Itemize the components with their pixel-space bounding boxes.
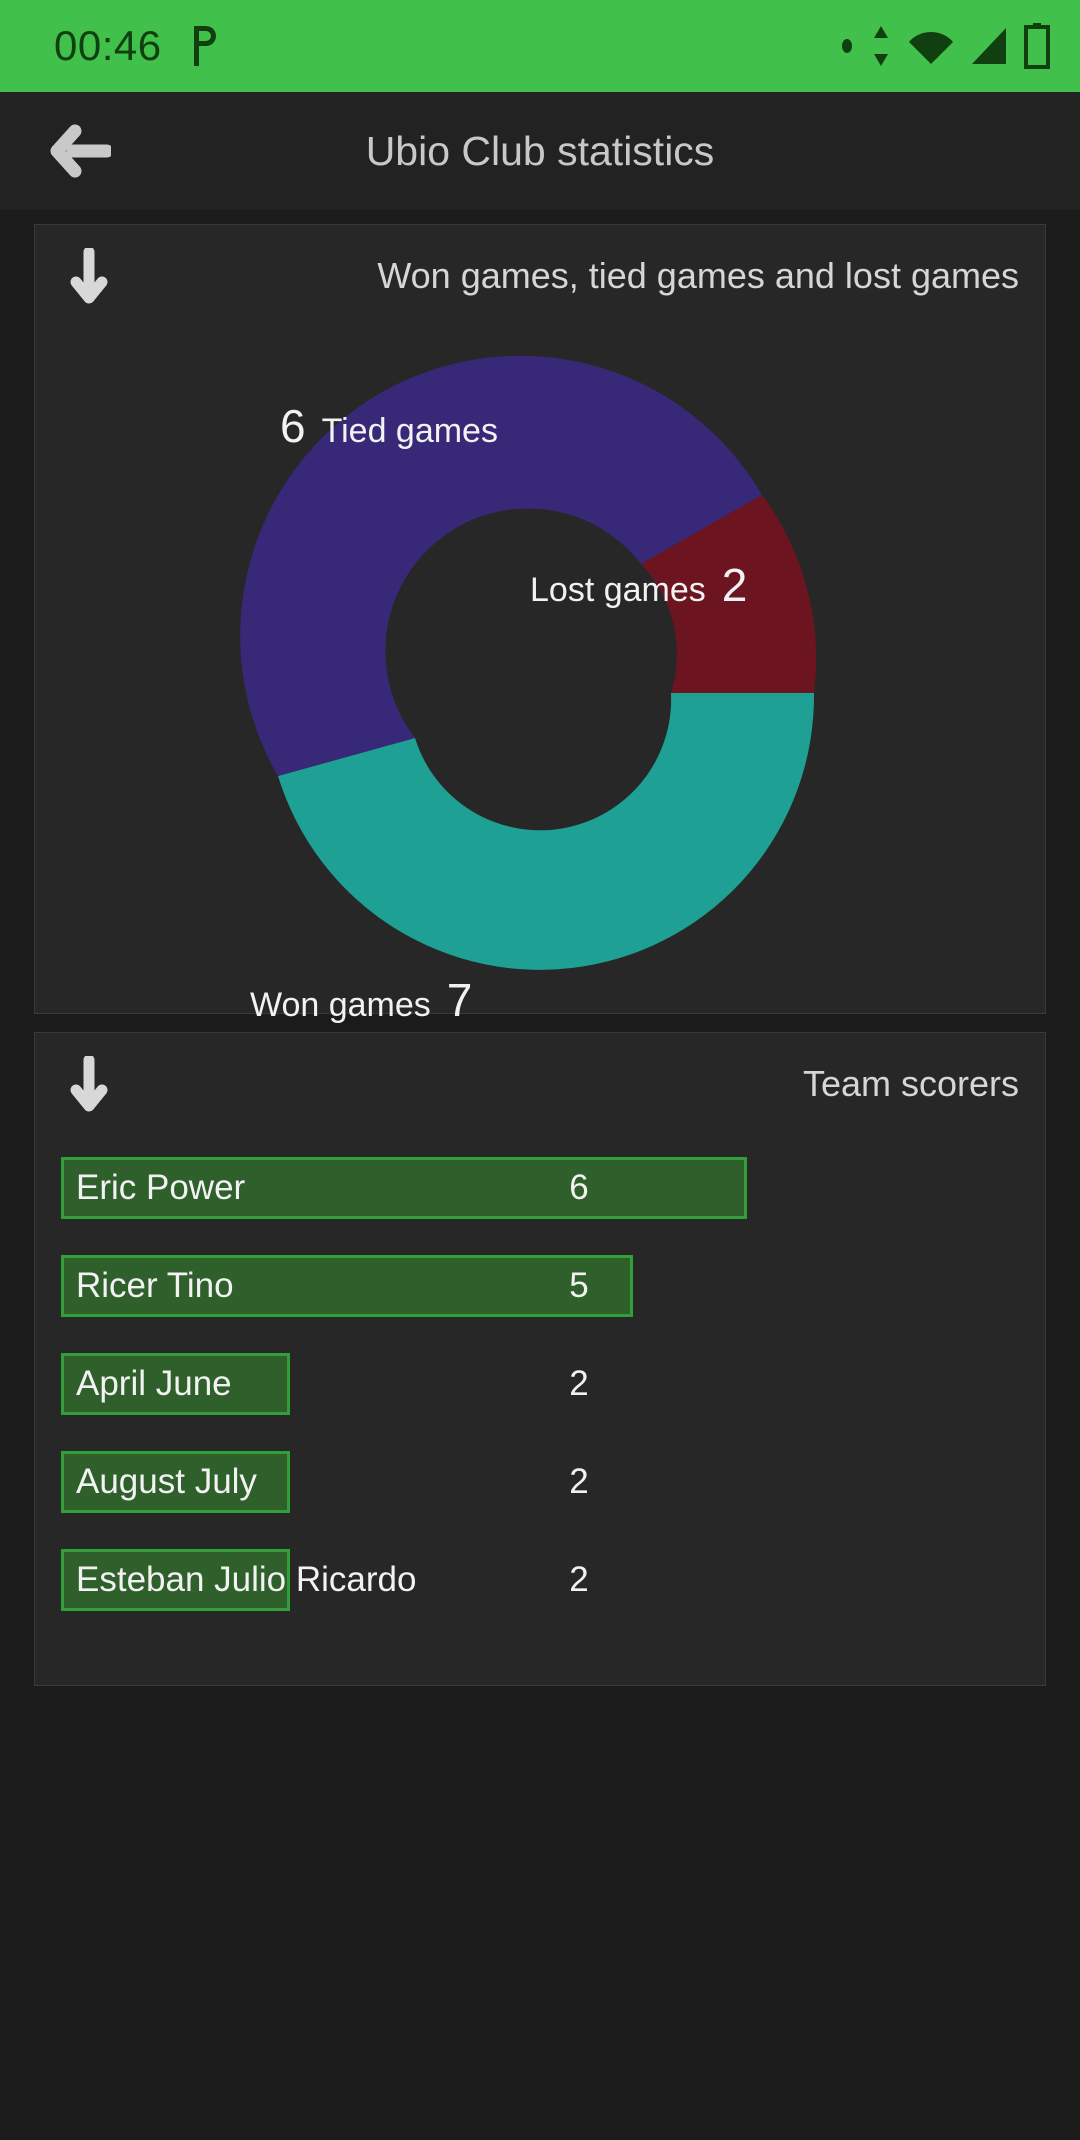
scorer-row[interactable]: Esteban Julio Ricardo 2 xyxy=(61,1531,1019,1629)
scorer-name: Esteban Julio Ricardo xyxy=(76,1560,417,1599)
arrow-left-icon xyxy=(50,124,111,178)
donut-value-won-games: 7 xyxy=(446,974,473,1026)
phone-screen: 00:46 Ubio Club statistics Won games, ti… xyxy=(0,0,1080,2140)
scorer-row[interactable]: April June 2 xyxy=(61,1335,1019,1433)
scorer-bar: April June xyxy=(61,1353,290,1415)
team-scorers-list: Eric Power 6 Ricer Tino 5 April June 2 August … xyxy=(35,1125,1045,1629)
scorer-value: 2 xyxy=(569,1560,589,1599)
status-bar: 00:46 xyxy=(0,0,1080,92)
donut-value-tied-games: 6 xyxy=(280,400,306,452)
scorer-name: April June xyxy=(76,1364,232,1403)
games-breakdown-card: Won games, tied games and lost games 6 T… xyxy=(34,224,1046,1026)
battery-charging-icon xyxy=(1024,23,1050,69)
p-app-icon xyxy=(193,26,216,66)
back-button[interactable] xyxy=(36,108,122,194)
arrow-down-icon xyxy=(70,248,108,304)
team-scorers-title: Team scorers xyxy=(802,1063,1019,1104)
scorer-name: August July xyxy=(76,1462,257,1501)
scorer-bar: August July xyxy=(61,1451,290,1513)
scorer-bar: Eric Power xyxy=(61,1157,747,1219)
scorer-value: 6 xyxy=(569,1168,589,1207)
page-title: Ubio Club statistics xyxy=(365,127,715,174)
scorer-row[interactable]: August July 2 xyxy=(61,1433,1019,1531)
donut-name-won-games: Won games xyxy=(250,986,431,1024)
scorer-row[interactable]: Eric Power 6 xyxy=(61,1139,1019,1237)
donut-chart: 6 Tied games Lost games 2 Won games 7 xyxy=(35,313,1045,1026)
donut-name-lost-games: Lost games xyxy=(530,571,706,609)
games-breakdown-card-header: Won games, tied games and lost games xyxy=(35,225,1045,317)
collapse-toggle-games[interactable] xyxy=(61,245,117,307)
dot-icon xyxy=(842,39,852,53)
team-scorers-card-header: Team scorers xyxy=(35,1033,1045,1125)
scorer-bar: Esteban Julio Ricardo xyxy=(61,1549,416,1611)
content-area: Won games, tied games and lost games 6 T… xyxy=(0,210,1080,2140)
status-clock: 00:46 xyxy=(54,22,162,69)
scorer-row[interactable]: Ricer Tino 5 xyxy=(61,1237,1019,1335)
scorer-value: 2 xyxy=(569,1364,589,1403)
signal-icon xyxy=(972,28,1006,64)
app-bar: Ubio Club statistics xyxy=(0,92,1080,210)
status-left-icons xyxy=(188,24,220,68)
scorer-name: Eric Power xyxy=(76,1168,246,1207)
scorer-name: Ricer Tino xyxy=(76,1266,234,1305)
donut-name-tied-games: Tied games xyxy=(321,412,498,450)
donut-label-tied-games: 6 Tied games xyxy=(280,399,498,453)
collapse-toggle-scorers[interactable] xyxy=(61,1053,117,1115)
team-scorers-card: Team scorers Eric Power 6 Ricer Tino 5 April… xyxy=(34,1032,1046,1686)
donut-value-lost-games: 2 xyxy=(721,559,748,611)
games-breakdown-title: Won games, tied games and lost games xyxy=(377,255,1019,296)
scorer-value: 2 xyxy=(569,1462,589,1501)
arrow-down-icon xyxy=(70,1056,108,1112)
scorer-value: 5 xyxy=(569,1266,589,1305)
donut-label-won-games: Won games 7 xyxy=(250,973,472,1027)
donut-chart-svg xyxy=(240,355,817,970)
donut-label-lost-games: Lost games 2 xyxy=(530,558,747,612)
wifi-icon xyxy=(909,32,953,64)
sync-arrows-icon xyxy=(874,26,888,66)
scorer-bar: Ricer Tino xyxy=(61,1255,633,1317)
status-right-icons xyxy=(840,23,1050,69)
